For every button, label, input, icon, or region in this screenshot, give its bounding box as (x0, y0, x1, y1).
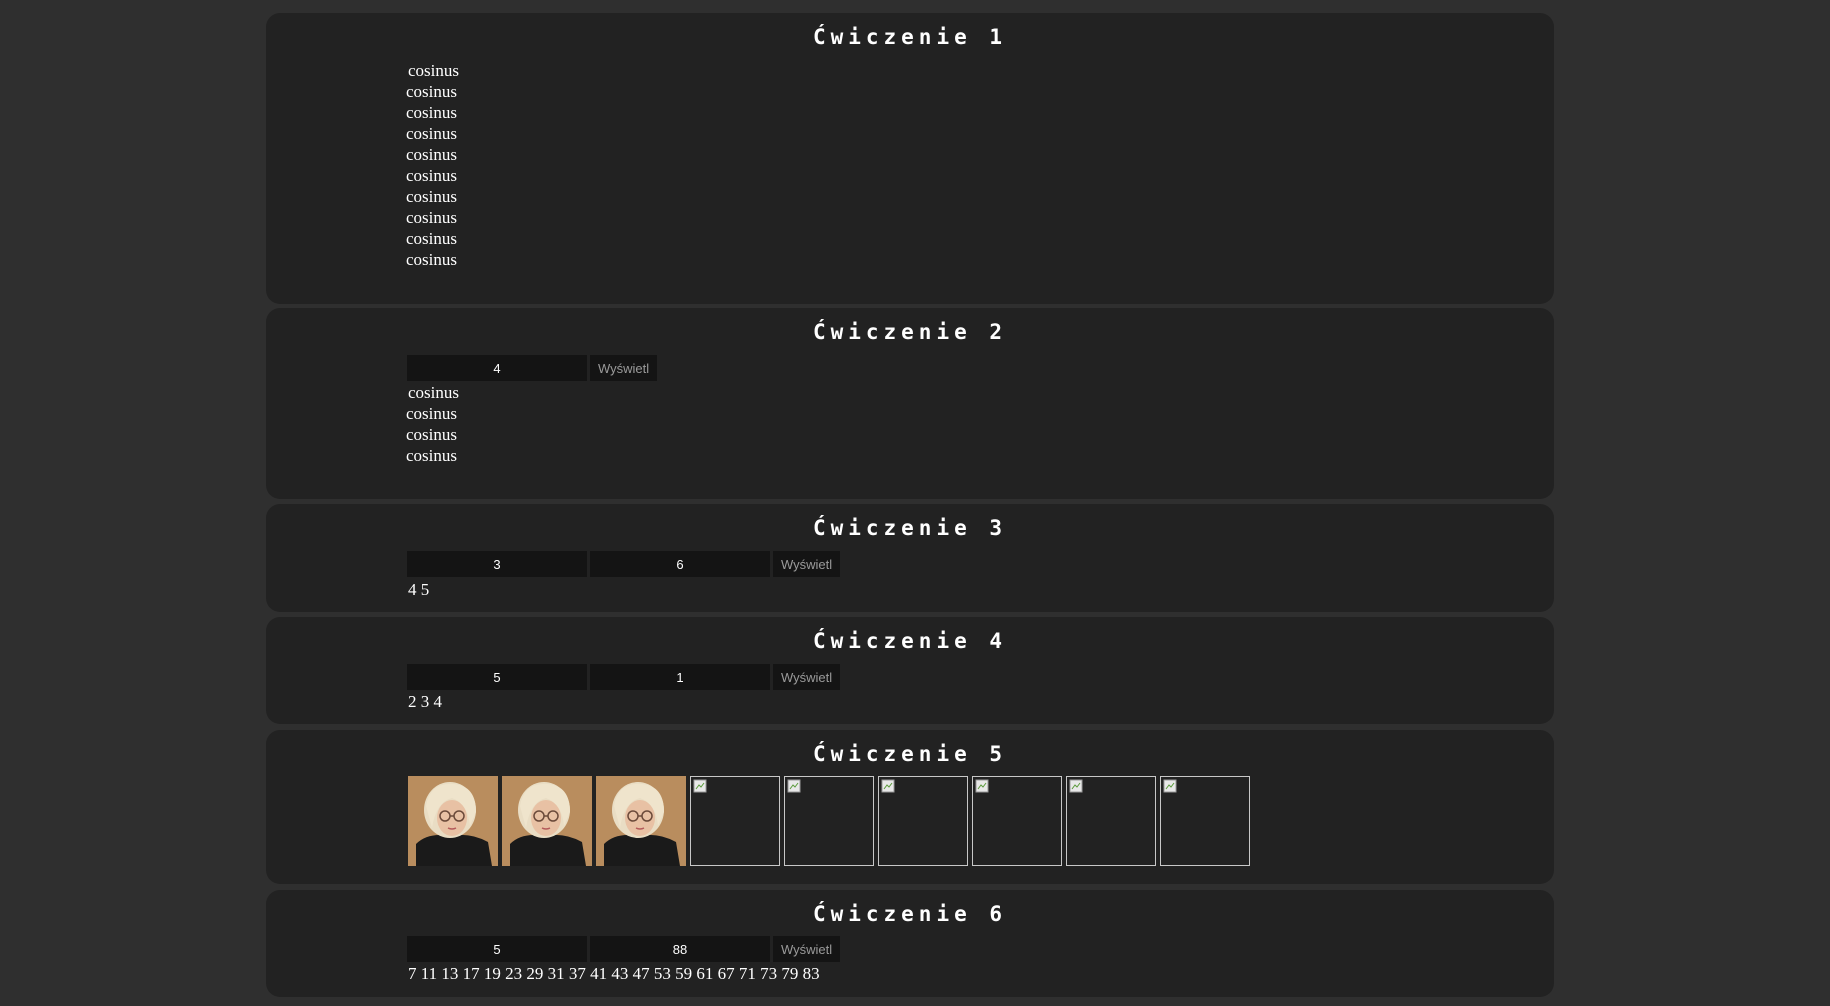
page: Ćwiczenie 1 cosinus cosinus cosinus cosi… (0, 0, 1830, 1006)
exercise-2-title: Ćwiczenie 2 (812, 320, 1008, 344)
broken-image (690, 776, 780, 866)
image-gallery (408, 776, 1250, 866)
output-line: cosinus (406, 446, 457, 465)
exercise-5-section: Ćwiczenie 5 (266, 730, 1554, 884)
broken-image (972, 776, 1062, 866)
broken-image-icon (1069, 779, 1083, 793)
exercise-3-section: Ćwiczenie 3 Wyświetl 4 5 (266, 504, 1554, 612)
range-start-input[interactable] (407, 936, 587, 962)
broken-image (878, 776, 968, 866)
exercise-6-result: 7 11 13 17 19 23 29 31 37 41 43 47 53 59… (408, 964, 820, 983)
output-line: cosinus (408, 61, 459, 80)
range-end-input[interactable] (590, 551, 770, 577)
exercise-3-title: Ćwiczenie 3 (812, 516, 1008, 540)
exercise-3-result: 4 5 (408, 580, 430, 599)
broken-image (784, 776, 874, 866)
exercise-4-title: Ćwiczenie 4 (812, 629, 1008, 653)
broken-image-icon (881, 779, 895, 793)
output-line: cosinus (406, 103, 457, 122)
exercise-4-section: Ćwiczenie 4 Wyświetl 2 3 4 (266, 617, 1554, 724)
output-line: cosinus (406, 82, 457, 101)
broken-image-icon (975, 779, 989, 793)
output-line: cosinus (406, 229, 457, 248)
range-start-input[interactable] (407, 551, 587, 577)
display-button[interactable]: Wyświetl (773, 551, 841, 577)
exercise-1-section: Ćwiczenie 1 cosinus cosinus cosinus cosi… (266, 13, 1554, 304)
output-line: cosinus (406, 425, 457, 444)
exercise-2-controls: Wyświetl (407, 355, 658, 381)
portrait-photo (502, 776, 592, 866)
broken-image-icon (787, 779, 801, 793)
display-button[interactable]: Wyświetl (773, 936, 841, 962)
portrait-photo (596, 776, 686, 866)
output-line: cosinus (406, 145, 457, 164)
exercise-4-controls: Wyświetl (407, 664, 841, 690)
output-line: cosinus (406, 404, 457, 423)
output-line: cosinus (406, 166, 457, 185)
exercise-6-section: Ćwiczenie 6 Wyświetl 7 11 13 17 19 23 29… (266, 890, 1554, 997)
output-line: cosinus (406, 187, 457, 206)
output-line: cosinus (406, 208, 457, 227)
exercise-2-output: cosinus cosinus cosinus cosinus (406, 382, 459, 466)
exercise-1-title: Ćwiczenie 1 (812, 25, 1008, 49)
exercise-3-controls: Wyświetl (407, 551, 841, 577)
output-line: cosinus (406, 124, 457, 143)
range-start-input[interactable] (407, 664, 587, 690)
exercise-2-section: Ćwiczenie 2 Wyświetl cosinus cosinus cos… (266, 308, 1554, 499)
range-end-input[interactable] (590, 664, 770, 690)
broken-image (1160, 776, 1250, 866)
range-end-input[interactable] (590, 936, 770, 962)
exercise-5-title: Ćwiczenie 5 (812, 742, 1008, 766)
exercise-6-controls: Wyświetl (407, 936, 841, 962)
exercise-4-result: 2 3 4 (408, 692, 442, 711)
output-line: cosinus (406, 250, 457, 269)
display-button[interactable]: Wyświetl (773, 664, 841, 690)
portrait-photo (408, 776, 498, 866)
output-line: cosinus (408, 383, 459, 402)
broken-image-icon (1163, 779, 1177, 793)
broken-image (1066, 776, 1156, 866)
count-input[interactable] (407, 355, 587, 381)
exercise-1-output: cosinus cosinus cosinus cosinus cosinus … (406, 60, 459, 270)
exercise-6-title: Ćwiczenie 6 (812, 902, 1008, 926)
broken-image-icon (693, 779, 707, 793)
display-button[interactable]: Wyświetl (590, 355, 658, 381)
